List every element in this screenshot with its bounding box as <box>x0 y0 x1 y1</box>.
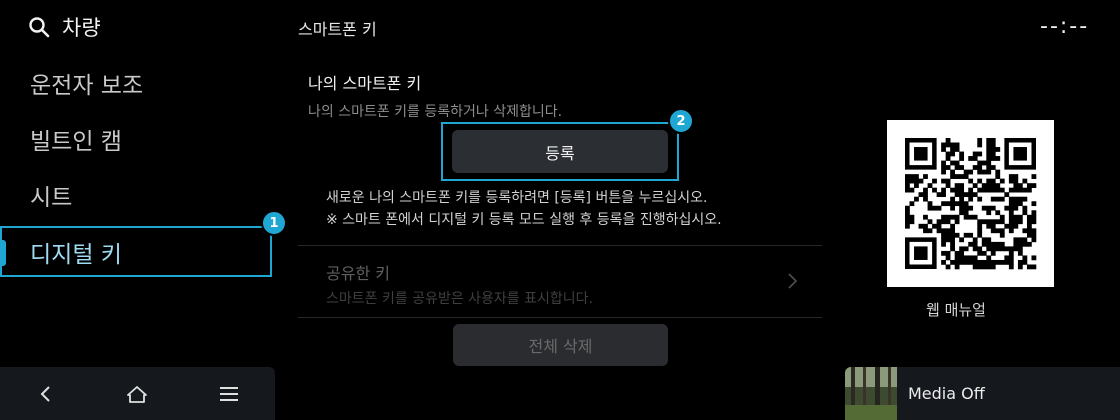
my-key-description: 나의 스마트폰 키를 등록하거나 삭제합니다. <box>308 104 563 120</box>
shared-key-title: 공유한 키 <box>326 264 390 283</box>
sidebar-item-driver-assist[interactable]: 운전자 보조 <box>30 66 143 100</box>
media-widget[interactable]: Media Off <box>845 367 1120 420</box>
shared-key-row[interactable]: 공유한 키 스마트폰 키를 공유받은 사용자를 표시합니다. <box>298 246 822 316</box>
web-manual-label: 웹 매뉴얼 <box>926 301 986 319</box>
page-title: 스마트폰 키 <box>298 20 377 39</box>
home-icon <box>127 385 148 403</box>
register-info-line-1: 새로운 나의 스마트폰 키를 등록하려면 [등록] 버튼을 누르십시오. <box>326 190 708 206</box>
home-button[interactable] <box>112 374 162 414</box>
delete-all-button[interactable]: 전체 삭제 <box>453 324 668 366</box>
bottom-nav <box>0 367 275 420</box>
annotation-badge-1: 1 <box>261 210 287 236</box>
web-manual-qr[interactable] <box>887 120 1054 287</box>
menu-button[interactable] <box>204 374 254 414</box>
chevron-right-icon <box>788 273 798 289</box>
my-key-title: 나의 스마트폰 키 <box>308 74 422 93</box>
sidebar-search-label: 차량 <box>62 16 101 40</box>
back-chevron-icon <box>40 385 50 402</box>
sidebar-item-seat[interactable]: 시트 <box>30 178 72 212</box>
sidebar-item-builtin-cam[interactable]: 빌트인 캠 <box>30 122 122 156</box>
back-button[interactable] <box>21 374 71 414</box>
register-highlight: 등록 <box>441 122 679 181</box>
active-indicator <box>0 240 6 266</box>
register-info-line-2: ※ 스마트 폰에서 디지털 키 등록 모드 실행 후 등록을 진행하십시오. <box>326 212 722 228</box>
sidebar-item-label: 운전자 보조 <box>30 73 144 99</box>
media-status-label: Media Off <box>908 384 985 403</box>
media-thumbnail <box>845 367 897 420</box>
sidebar-item-label: 시트 <box>30 185 73 211</box>
register-button[interactable]: 등록 <box>452 130 668 173</box>
sidebar-item-label: 빌트인 캠 <box>30 129 122 155</box>
shared-key-description: 스마트폰 키를 공유받은 사용자를 표시합니다. <box>326 291 593 307</box>
menu-icon <box>220 386 239 401</box>
sidebar-item-label: 디지털 키 <box>30 241 122 268</box>
sidebar-search[interactable]: 차량 <box>28 12 101 42</box>
qr-code-icon <box>905 138 1037 270</box>
divider <box>298 317 822 318</box>
sidebar-item-digital-key[interactable]: 디지털 키 <box>0 226 272 277</box>
annotation-badge-2: 2 <box>668 108 694 134</box>
search-icon <box>29 17 50 38</box>
clock: --:-- <box>1040 14 1090 39</box>
